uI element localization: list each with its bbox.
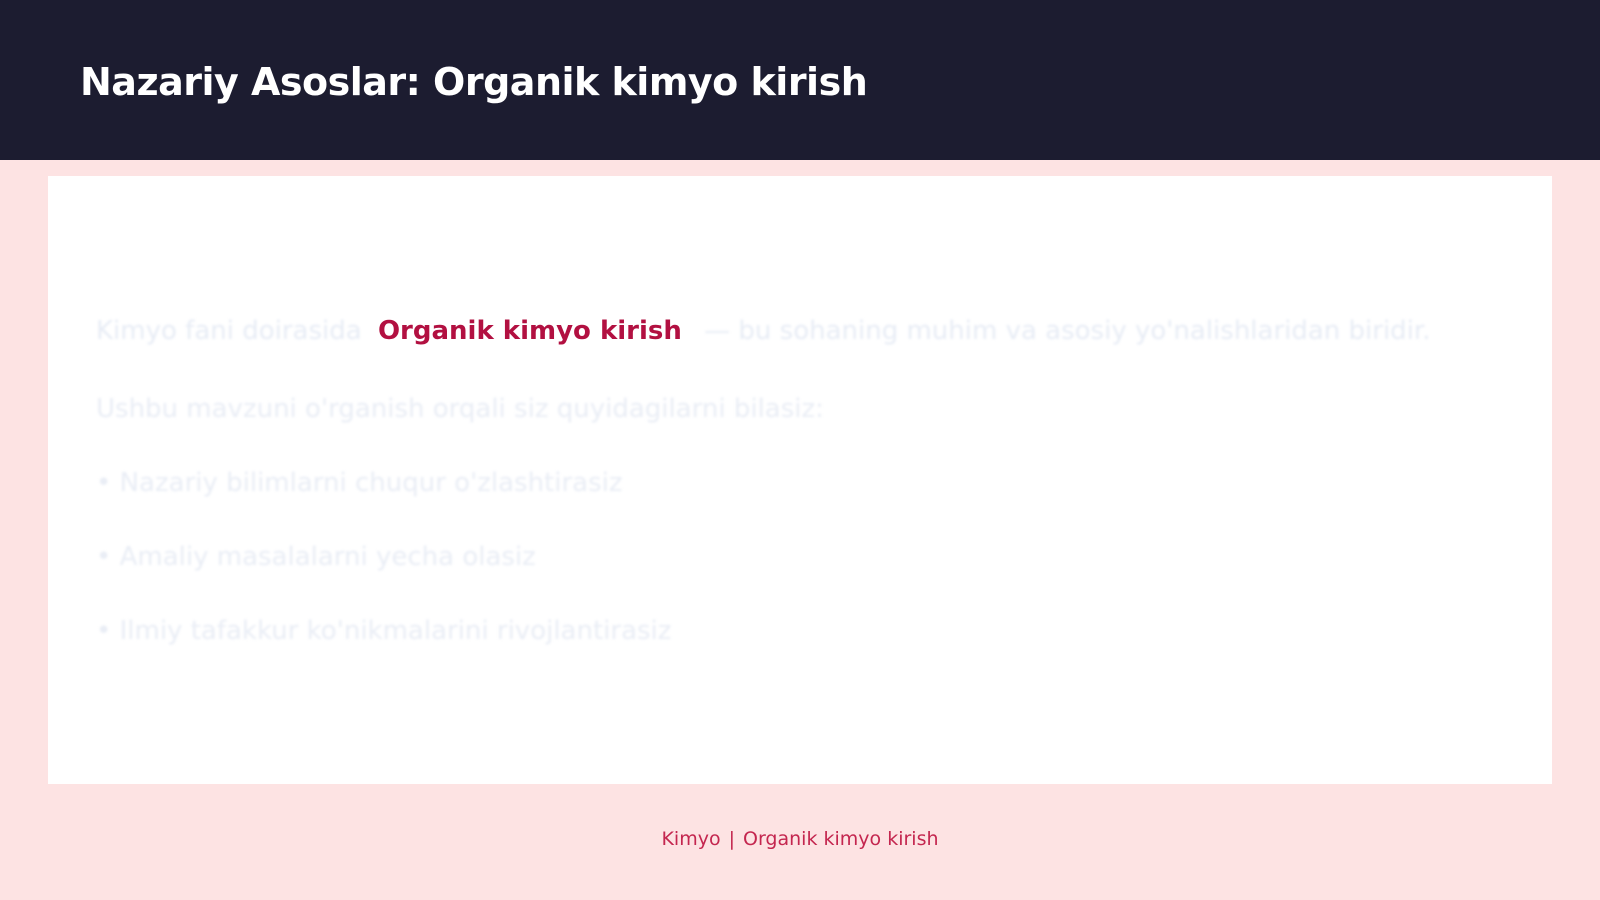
content-card: Kimyo fani doirasida Organik kimyo kiris… (48, 176, 1552, 784)
footer-separator: | (728, 828, 735, 850)
slide-title: Nazariy Asoslar: Organik kimyo kirish (80, 60, 868, 104)
intro-text-before: Kimyo fani doirasida (96, 316, 362, 346)
lead-paragraph: Ushbu mavzuni o'rganish orqali siz quyid… (96, 394, 824, 424)
slide-header: Nazariy Asoslar: Organik kimyo kirish (0, 0, 1600, 160)
footer-subject: Kimyo (661, 828, 721, 850)
bullet-item: • Amaliy masalalarni yecha olasiz (96, 542, 536, 572)
intro-text-after: — bu sohaning muhim va asosiy yo'nalishl… (704, 316, 1431, 346)
footer-topic: Organik kimyo kirish (743, 828, 939, 850)
topic-keyword: Organik kimyo kirish (377, 316, 682, 346)
slide-footer: Kimyo | Organik kimyo kirish (0, 826, 1600, 852)
intro-sentence: Kimyo fani doirasida Organik kimyo kiris… (96, 313, 1430, 349)
bullet-item: • Ilmiy tafakkur ko'nikmalarini rivojlan… (96, 616, 672, 646)
bullet-item: • Nazariy bilimlarni chuqur o'zlashtiras… (96, 468, 623, 498)
